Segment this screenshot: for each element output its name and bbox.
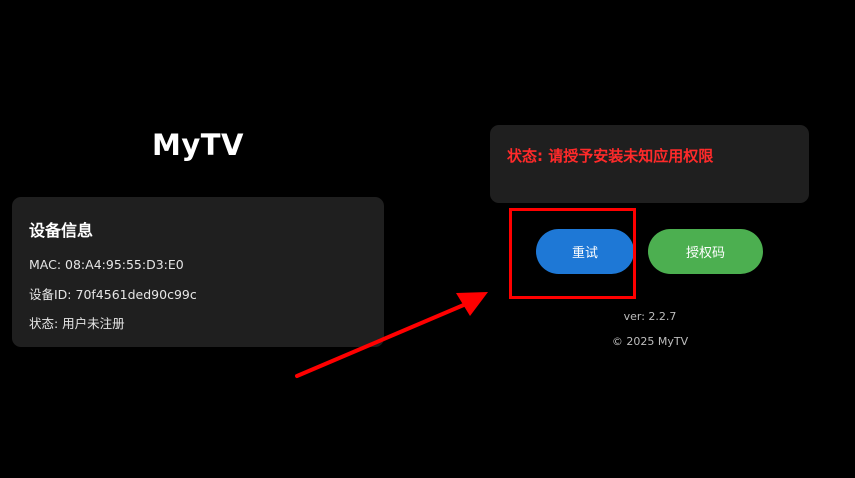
device-info-card: 设备信息 MAC: 08:A4:95:55:D3:E0 设备ID: 70f456… — [12, 197, 384, 347]
annotation-highlight-box — [509, 208, 636, 299]
auth-code-button[interactable]: 授权码 — [648, 229, 763, 274]
app-screen: MyTV 设备信息 MAC: 08:A4:95:55:D3:E0 设备ID: 7… — [0, 0, 855, 478]
copyright-text: © 2025 MyTV — [611, 335, 689, 348]
device-id: 设备ID: 70f4561ded90c99c — [29, 286, 197, 302]
mac-address: MAC: 08:A4:95:55:D3:E0 — [29, 257, 184, 272]
status-panel: 状态: 请授予安装未知应用权限 — [490, 125, 809, 203]
status-message: 状态: 请授予安装未知应用权限 — [507, 147, 714, 165]
user-status: 状态: 用户未注册 — [29, 316, 125, 331]
device-info-heading: 设备信息 — [29, 221, 94, 240]
version-text: ver: 2.2.7 — [623, 310, 677, 323]
app-title: MyTV — [152, 128, 244, 162]
